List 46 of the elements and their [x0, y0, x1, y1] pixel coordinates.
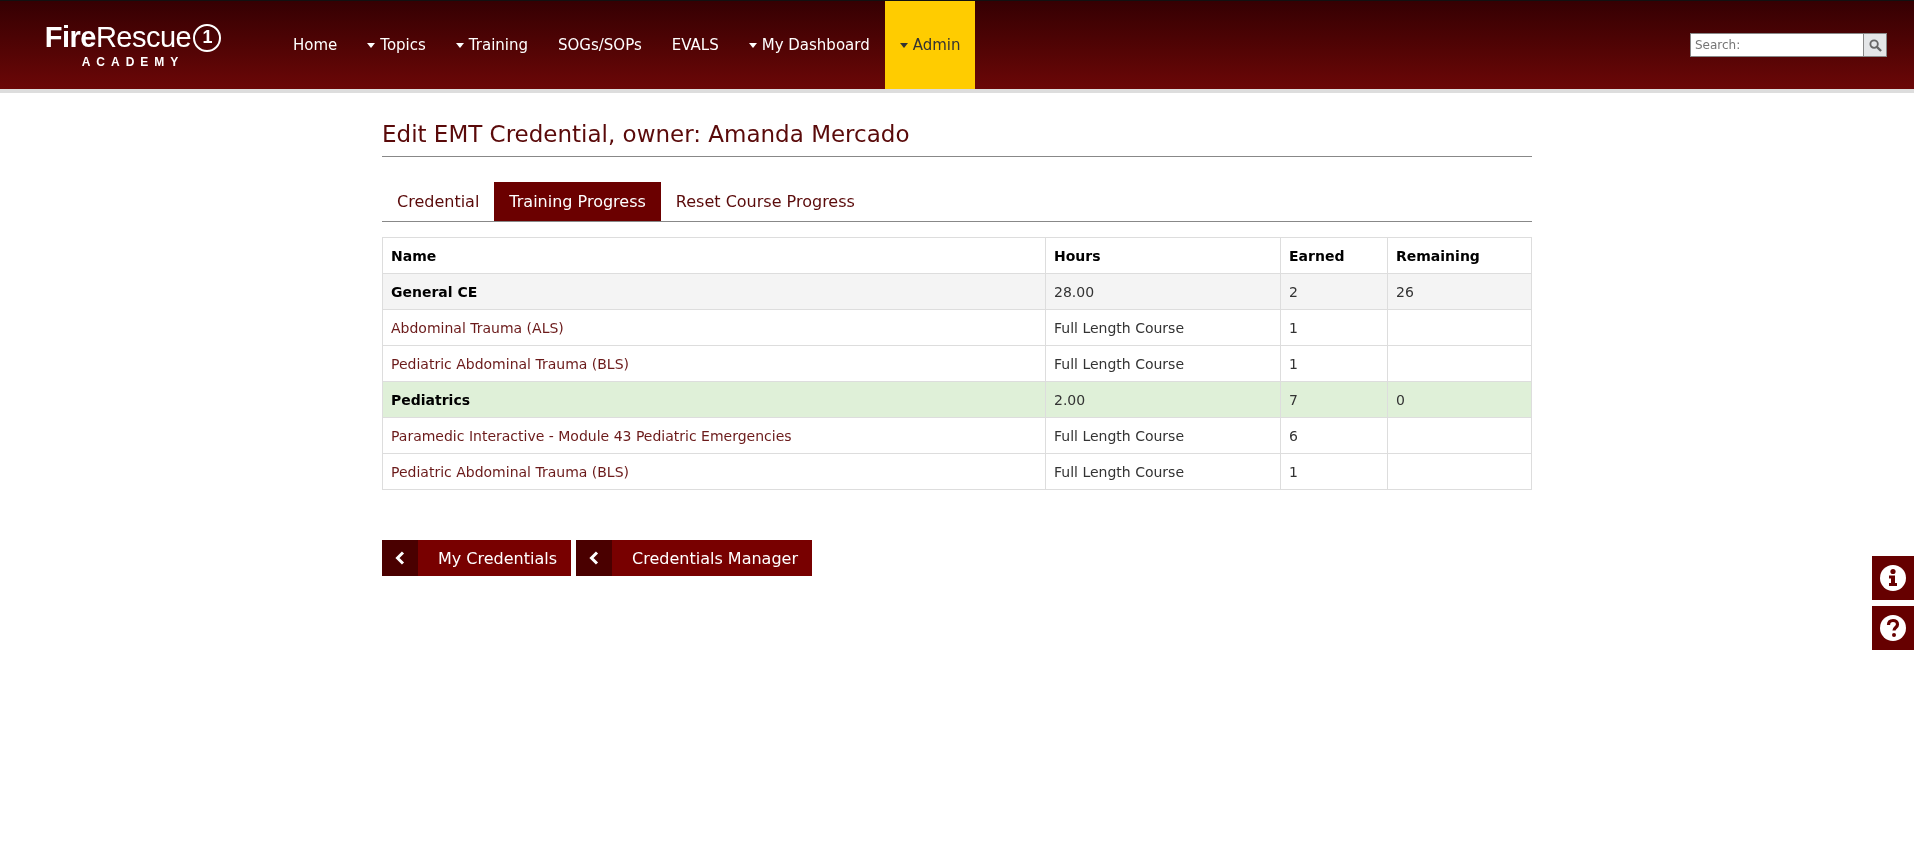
table-cell: 2.00 — [1054, 391, 1086, 408]
table-cell: Full Length Course — [1054, 355, 1184, 372]
page-title: Edit EMT Credential, owner: Amanda Mercado — [382, 121, 1532, 157]
table-cell: 1 — [1289, 319, 1298, 336]
tab[interactable]: Credential — [382, 182, 495, 221]
table-cell: 7 — [1289, 391, 1298, 408]
info-button[interactable] — [1872, 556, 1914, 600]
table-cell: 26 — [1396, 283, 1414, 300]
table-cell: 28.00 — [1054, 283, 1095, 300]
table-cell: Full Length Course — [1054, 427, 1184, 444]
course-link[interactable]: Abdominal Trauma (ALS) — [391, 319, 564, 336]
search-icon — [1868, 38, 1882, 52]
tab[interactable]: Reset Course Progress — [660, 182, 870, 221]
chevron-left-icon — [395, 551, 405, 565]
table-cell: Full Length Course — [1054, 463, 1184, 480]
table-cell: 1 — [1289, 355, 1298, 372]
question-icon — [1879, 614, 1907, 642]
back-button[interactable]: My Credentials — [382, 540, 572, 576]
nav-menu-item[interactable]: Home — [278, 1, 353, 89]
nav-menu-item[interactable]: Admin — [884, 1, 976, 89]
nav-menu-item[interactable]: Topics — [352, 1, 441, 89]
logo[interactable]: FireRescue 1 ACADEMY — [28, 21, 238, 69]
column-header: Earned — [1280, 237, 1388, 274]
search-button[interactable] — [1864, 33, 1887, 57]
search-field[interactable]: Search: — [1690, 33, 1864, 57]
table-cell: 2 — [1289, 283, 1298, 300]
info-icon — [1879, 564, 1907, 592]
table-cell: 6 — [1289, 427, 1298, 444]
column-header: Hours — [1045, 237, 1281, 274]
column-header: Name — [382, 237, 1046, 274]
nav-menu-item[interactable]: Training — [440, 1, 544, 89]
nav-menu-item[interactable]: SOGs/SOPs — [543, 1, 657, 89]
nav-menu-item[interactable]: My Dashboard — [733, 1, 885, 89]
table-cell: Pediatrics — [391, 391, 471, 408]
help-button[interactable] — [1872, 606, 1914, 650]
table-cell: 0 — [1396, 391, 1405, 408]
back-button[interactable]: Credentials Manager — [576, 540, 812, 576]
course-link[interactable]: Pediatric Abdominal Trauma (BLS) — [391, 463, 629, 480]
table-cell: 1 — [1289, 463, 1298, 480]
nav-menu-item[interactable]: EVALS — [656, 1, 734, 89]
table-cell: Full Length Course — [1054, 319, 1184, 336]
column-header: Remaining — [1387, 237, 1532, 274]
chevron-left-icon — [589, 551, 600, 565]
tab[interactable]: Training Progress — [494, 182, 661, 221]
course-link[interactable]: Pediatric Abdominal Trauma (BLS) — [391, 355, 629, 372]
table-cell: General CE — [391, 283, 478, 300]
